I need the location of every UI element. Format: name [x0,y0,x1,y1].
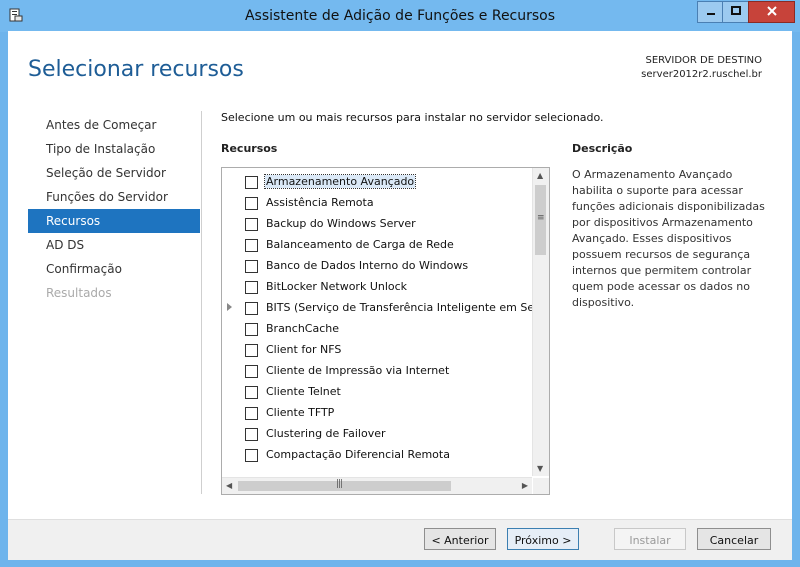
feature-checkbox[interactable] [245,428,258,441]
feature-label: Clustering de Failover [266,427,386,440]
feature-row[interactable]: BitLocker Network Unlock [222,277,532,298]
horizontal-scrollbar[interactable]: ◀ ||| ▶ [222,477,532,494]
features-tree-list[interactable]: Armazenamento Avançado Assistência Remot… [221,167,550,495]
scroll-right-icon[interactable]: ▶ [522,481,528,490]
feature-checkbox[interactable] [245,386,258,399]
feature-checkbox[interactable] [245,365,258,378]
nav-step-recursos[interactable]: Recursos [28,209,200,233]
feature-label: Assistência Remota [266,196,374,209]
feature-checkbox[interactable] [245,197,258,210]
feature-row[interactable]: BITS (Serviço de Transferência Inteligen… [222,298,548,319]
nav-step-tipo-de-instalacao[interactable]: Tipo de Instalação [28,137,200,161]
feature-row[interactable]: BranchCache [222,319,532,340]
nav-step-confirmacao[interactable]: Confirmação [28,257,200,281]
feature-checkbox[interactable] [245,323,258,336]
feature-label: Compactação Diferencial Remota [266,448,450,461]
instruction-text: Selecione um ou mais recursos para insta… [221,111,604,124]
feature-checkbox[interactable] [245,260,258,273]
nav-step-selecao-de-servidor[interactable]: Seleção de Servidor [28,161,200,185]
vertical-scrollbar[interactable]: ▲ ≡ ▼ [532,168,549,476]
close-icon [766,6,777,16]
feature-label: Banco de Dados Interno do Windows [266,259,469,272]
feature-checkbox[interactable] [245,218,258,231]
feature-row[interactable]: Client for NFS [222,340,532,361]
scroll-left-icon[interactable]: ◀ [226,481,232,490]
scrollbar-corner [533,478,549,494]
scroll-down-icon[interactable]: ▼ [537,464,543,473]
features-header: Recursos [221,142,278,155]
maximize-icon [730,6,741,15]
description-header: Descrição [572,142,633,155]
wizard-client-area: Selecionar recursos SERVIDOR DE DESTINO … [8,31,792,560]
close-button[interactable] [748,1,795,23]
feature-label: Cliente de Impressão via Internet [266,364,450,377]
feature-label: BitLocker Network Unlock [266,280,408,293]
feature-checkbox[interactable] [245,302,258,315]
feature-row[interactable]: Backup do Windows Server [222,214,532,235]
install-button: Instalar [614,528,686,550]
page-title: Selecionar recursos [28,57,244,82]
nav-step-funcoes-do-servidor[interactable]: Funções do Servidor [28,185,200,209]
next-button[interactable]: Próximo > [507,528,579,550]
feature-checkbox[interactable] [245,449,258,462]
feature-label: Backup do Windows Server [266,217,416,230]
wizard-steps-nav: Antes de Começar Tipo de Instalação Sele… [28,113,200,305]
feature-checkbox[interactable] [245,407,258,420]
feature-label: BranchCache [266,322,340,335]
feature-checkbox[interactable] [245,176,258,189]
feature-row[interactable]: Banco de Dados Interno do Windows [222,256,532,277]
feature-row[interactable]: Armazenamento Avançado [222,172,532,193]
destination-server-name: server2012r2.ruschel.br [641,69,762,80]
feature-row[interactable]: Cliente TFTP [222,403,532,424]
feature-row[interactable]: Clustering de Failover [222,424,532,445]
wizard-footer: < Anterior Próximo > Instalar Cancelar [8,519,792,560]
feature-label: BITS (Serviço de Transferência Inteligen… [266,301,549,314]
feature-checkbox[interactable] [245,239,258,252]
grip-icon: ||| [336,479,343,489]
nav-step-resultados: Resultados [46,286,112,300]
expand-arrow-icon[interactable] [227,303,232,311]
horizontal-scroll-thumb[interactable]: ||| [238,479,451,491]
title-bar[interactable]: Assistente de Adição de Funções e Recurs… [0,0,800,32]
feature-row[interactable]: Balanceamento de Carga de Rede [222,235,532,256]
feature-label: Cliente TFTP [266,406,335,419]
feature-row[interactable]: Cliente Telnet [222,382,532,403]
nav-step-ad-ds[interactable]: AD DS [28,233,200,257]
nav-divider [201,111,202,494]
minimize-button[interactable] [697,1,723,23]
destination-server-label: SERVIDOR DE DESTINO [645,55,762,66]
maximize-button[interactable] [722,1,749,23]
feature-label: Cliente Telnet [266,385,341,398]
feature-description: O Armazenamento Avançado habilita o supo… [572,168,765,309]
wizard-window: Assistente de Adição de Funções e Recurs… [0,0,800,567]
window-title: Assistente de Adição de Funções e Recurs… [244,8,556,24]
feature-checkbox[interactable] [245,344,258,357]
feature-label: Balanceamento de Carga de Rede [266,238,454,251]
minimize-icon [706,13,715,15]
feature-row[interactable]: Cliente de Impressão via Internet [222,361,532,382]
grip-icon: ≡ [537,213,544,223]
vertical-scroll-thumb[interactable]: ≡ [535,185,546,255]
feature-checkbox[interactable] [245,281,258,294]
feature-row[interactable]: Assistência Remota [222,193,532,214]
back-button[interactable]: < Anterior [424,528,496,550]
feature-label: Armazenamento Avançado [263,174,417,189]
scroll-up-icon[interactable]: ▲ [537,171,543,180]
feature-label: Client for NFS [266,343,342,356]
nav-step-antes-de-comecar[interactable]: Antes de Começar [28,113,200,137]
cancel-button[interactable]: Cancelar [697,528,771,550]
feature-row[interactable]: Compactação Diferencial Remota [222,445,532,466]
